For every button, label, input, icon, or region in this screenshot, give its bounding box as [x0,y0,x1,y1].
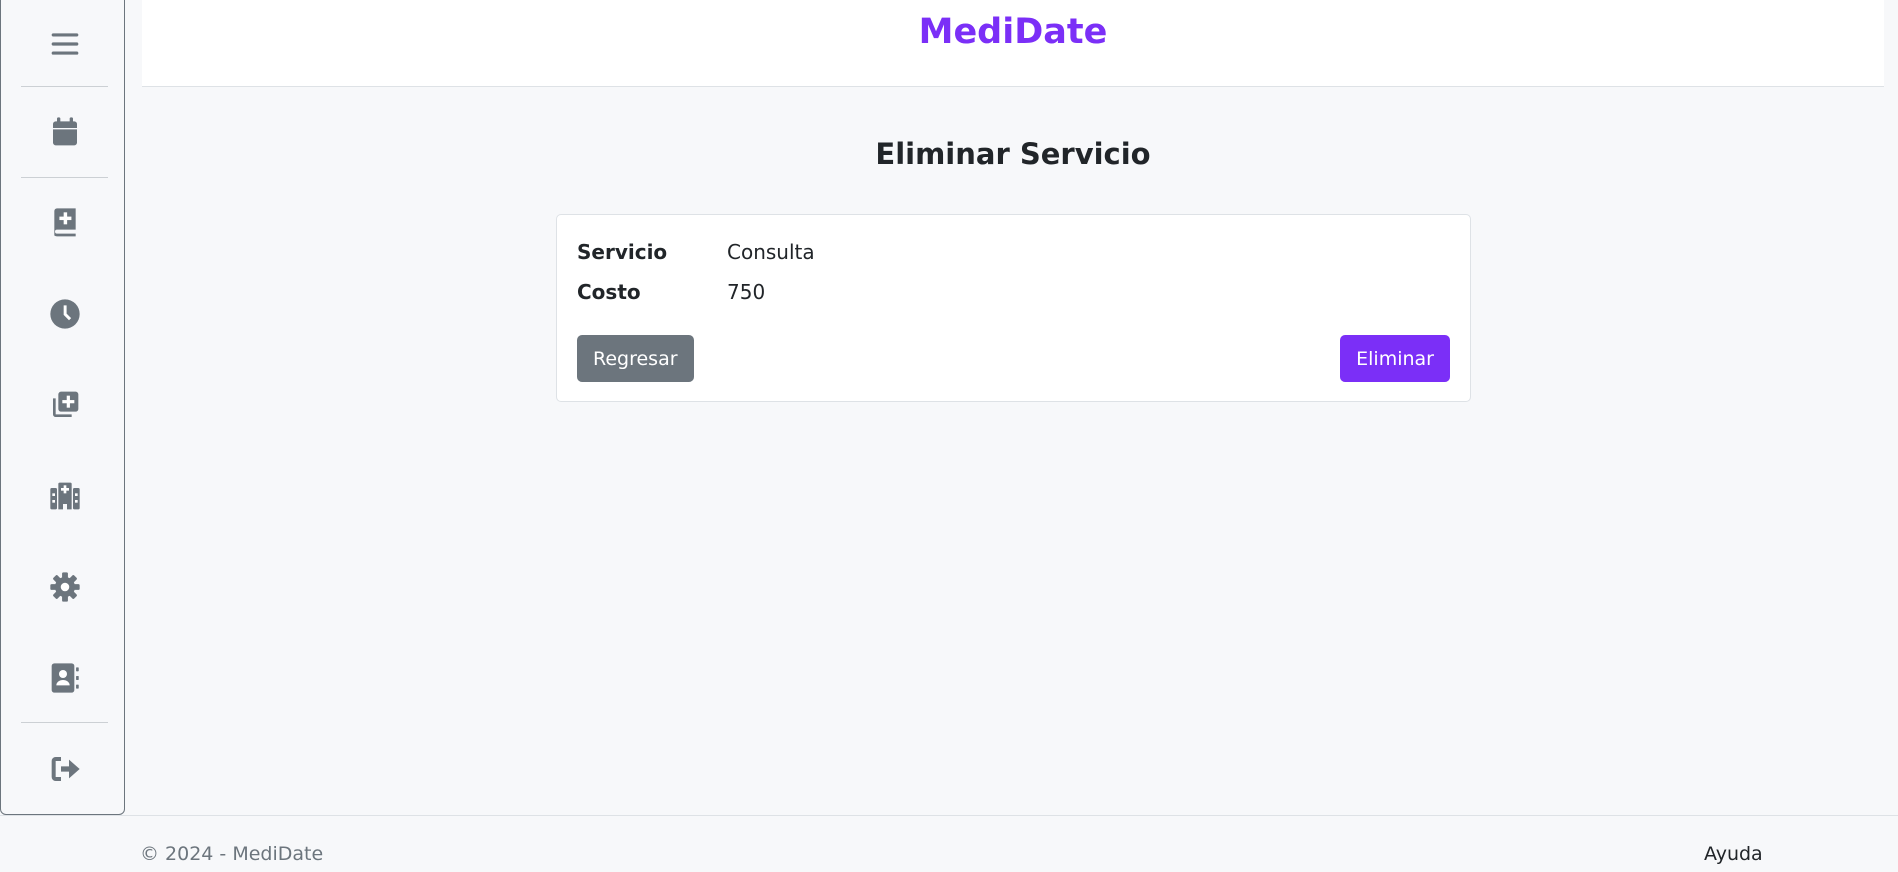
top-navbar: MediDate [142,0,1884,87]
service-details-card: Servicio Consulta Costo 750 Regresar Eli… [556,214,1471,402]
logout-icon [51,757,80,781]
footer: © 2024 - MediDate Ayuda [0,815,1898,872]
sidebar-item-settings[interactable] [21,542,108,632]
medical-book-icon [53,208,76,237]
logout-button[interactable] [21,724,108,814]
back-button[interactable]: Regresar [577,335,694,382]
brand-logo[interactable]: MediDate [142,12,1884,52]
delete-button[interactable]: Eliminar [1340,335,1450,382]
copyright-text: © 2024 - MediDate [140,843,324,865]
clock-icon [49,299,80,329]
add-copy-icon [52,391,78,417]
sidebar-item-contacts[interactable] [21,633,108,723]
hospital-icon [49,482,80,510]
page-title: Eliminar Servicio [875,137,1151,171]
detail-label: Costo [577,280,641,304]
detail-label: Servicio [577,240,668,264]
contact-book-icon [51,663,79,693]
menu-toggle-button[interactable] [21,0,108,89]
sidebar-item-clinics[interactable] [21,451,108,541]
menu-icon [51,33,78,55]
sidebar-item-calendar[interactable] [21,87,108,177]
help-link[interactable]: Ayuda [1704,843,1763,865]
calendar-icon [52,117,77,146]
sidebar-item-medical-records[interactable] [21,178,108,268]
gear-icon [49,572,80,602]
detail-value: 750 [727,280,766,304]
sidebar [0,0,125,815]
sidebar-divider [21,722,108,723]
sidebar-item-services[interactable] [21,360,108,450]
detail-value: Consulta [727,240,815,264]
sidebar-item-history[interactable] [21,269,108,359]
